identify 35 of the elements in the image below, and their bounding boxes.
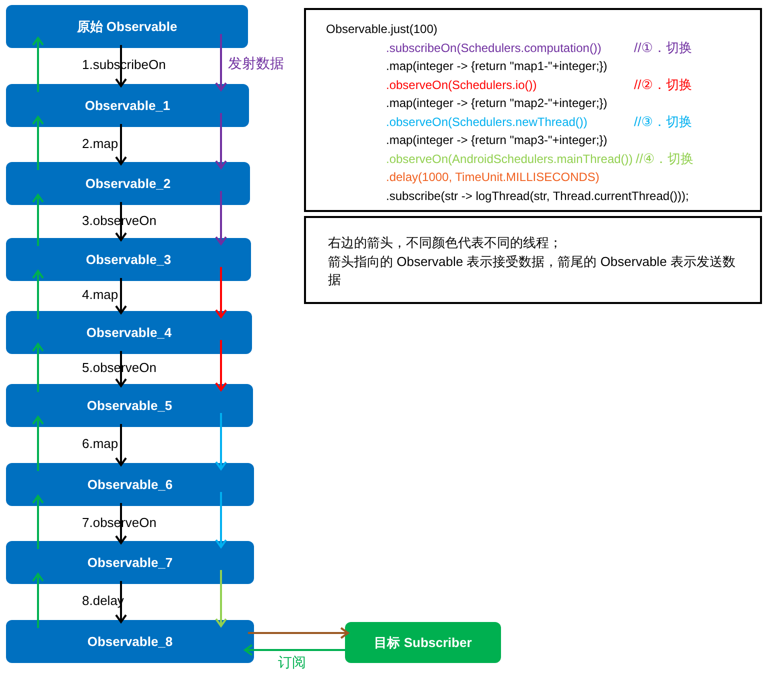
up-arrow [32,415,44,471]
up-arrow [32,494,44,549]
code-line: .subscribeOn(Schedulers.computation()) //①．切换 [385,38,693,56]
code-line: .map(integer -> {return "map2-"+integer;}) [385,95,608,112]
code-line: .subscribe(str -> logThread(str, Thread.currentThread())); [385,188,690,204]
code-line: .map(integer -> {return "map1-"+integer;}) [385,58,608,75]
observable-node: Observable_1 [6,84,249,127]
code-line: .observeOn(Schedulers.io()) //②．切换 [385,76,693,94]
up-arrow [32,115,44,170]
code-line: .observeOn(Schedulers.newThread()) //③．切换 [385,112,693,130]
up-arrow [32,36,44,92]
observable-node: Observable_4 [6,311,252,354]
subscriber-node: 目标 Subscriber [345,622,501,663]
up-arrow [32,269,44,319]
subscribe-label: 订阅 [278,654,306,672]
code-line: .map(integer -> {return "map3-"+integer;}) [385,132,608,149]
observable-node: Observable_8 [6,620,254,663]
up-arrow [32,193,44,246]
observable-node: Observable_2 [6,162,250,205]
step-label: 4.map [82,287,118,302]
observable-node: Observable_7 [6,541,254,584]
step-label: 6.map [82,436,118,451]
emit-label: 发射数据 [228,55,284,73]
note-text: 箭头指向的 Observable 表示接受数据，箭尾的 Observable 表示发送数据 [328,252,736,289]
step-label: 2.map [82,136,118,150]
observable-node: Observable_6 [6,463,254,506]
observable-node: Observable_3 [6,238,251,281]
up-arrow [32,342,44,392]
up-arrow [32,572,44,628]
observable-node: 原始 Observable [6,5,248,48]
observable-node: Observable_5 [6,384,253,427]
code-line: Observable.just(100) [326,21,438,38]
code-line: .observeOn(AndroidSchedulers.mainThread()) //④．切换 [385,150,695,168]
code-line: .delay(1000, TimeUnit.MILLISECONDS) [385,169,600,186]
note-text: 右边的箭头，不同颜色代表不同的线程； [328,234,563,252]
